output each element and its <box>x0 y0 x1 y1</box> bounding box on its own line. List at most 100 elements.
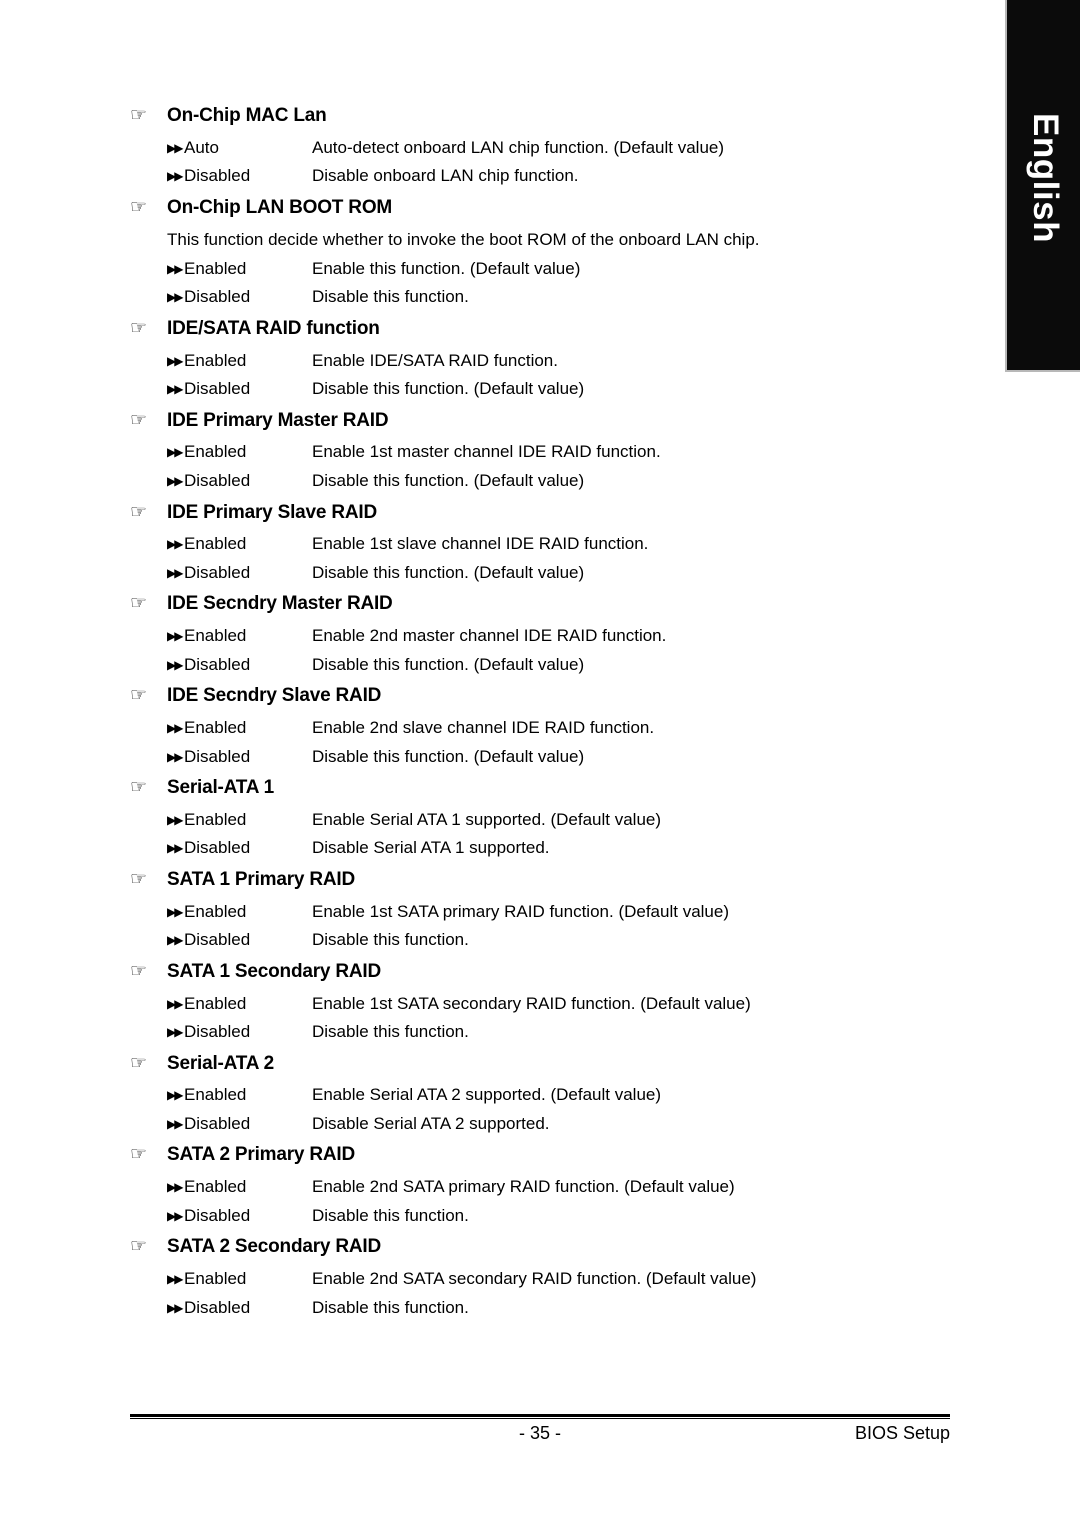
double-chevron-right-icon: ▶▶ <box>167 382 183 397</box>
option-label: Enabled <box>184 1177 247 1197</box>
option-row: ▶▶ Enabled Enable Serial ATA 1 supported. … <box>167 806 960 835</box>
bios-option-section: ☞ IDE Secndry Master RAID ▶▶ Enabled Enable … <box>130 592 960 679</box>
option-label: Disabled <box>184 166 251 186</box>
option-label: Disabled <box>184 838 251 858</box>
option-label: Disabled <box>184 1113 251 1133</box>
section-description: This function decide whether to invoke t… <box>167 229 760 249</box>
pointing-hand-icon: ☞ <box>130 1236 148 1258</box>
option-description: Auto-detect onboard LAN chip function. (… <box>312 137 725 157</box>
option-description: Disable this function. (Default value) <box>312 379 585 399</box>
option-description: Disable this function. (Default value) <box>312 471 585 491</box>
option-description: Disable this function. (Default value) <box>312 654 585 674</box>
section-title: IDE/SATA RAID function <box>167 317 380 339</box>
option-label: Enabled <box>184 534 247 554</box>
pointing-hand-icon: ☞ <box>130 1144 148 1166</box>
option-description: Enable 1st master channel IDE RAID funct… <box>312 442 661 462</box>
option-row: ▶▶ Disabled Disable this function. <box>167 1202 960 1231</box>
option-row: ▶▶ Disabled Disable this function. <box>167 283 960 312</box>
option-description: Enable 2nd SATA secondary RAID function.… <box>312 1269 757 1289</box>
pointing-hand-icon: ☞ <box>130 1052 148 1074</box>
double-chevron-right-icon: ▶▶ <box>167 749 183 764</box>
option-description: Disable this function. <box>312 1022 469 1042</box>
section-heading: ☞ IDE Secndry Slave RAID <box>130 684 960 708</box>
option-label: Disabled <box>184 1205 251 1225</box>
section-heading: ☞ IDE Primary Slave RAID <box>130 501 960 525</box>
option-row: ▶▶ Disabled Disable this function. (Defaul… <box>167 743 960 772</box>
pointing-hand-icon: ☞ <box>130 196 148 218</box>
option-row: ▶▶ Disabled Disable this function. (Defaul… <box>167 375 960 404</box>
double-chevron-right-icon: ▶▶ <box>167 1116 183 1131</box>
option-row: ▶▶ Enabled Enable 2nd SATA secondary RAID … <box>167 1265 960 1294</box>
section-title: Serial-ATA 2 <box>167 1052 275 1074</box>
option-label: Enabled <box>184 626 247 646</box>
double-chevron-right-icon: ▶▶ <box>167 445 183 460</box>
option-label: Enabled <box>184 718 247 737</box>
pointing-hand-icon: ☞ <box>130 960 148 982</box>
option-label: Disabled <box>184 746 251 766</box>
option-description: Disable this function. (Default value) <box>312 746 585 766</box>
option-description: Disable this function. <box>312 1205 469 1225</box>
pointing-hand-icon: ☞ <box>130 685 148 707</box>
option-description: Enable 2nd master channel IDE RAID funct… <box>312 626 667 646</box>
double-chevron-right-icon: ▶▶ <box>167 140 183 155</box>
section-heading: ☞ SATA 1 Secondary RAID <box>130 960 960 984</box>
section-title: On-Chip MAC Lan <box>167 105 327 126</box>
double-chevron-right-icon: ▶▶ <box>167 290 183 305</box>
option-row: ▶▶ Disabled Disable onboard LAN chip funct… <box>167 162 960 191</box>
double-chevron-right-icon: ▶▶ <box>167 261 183 276</box>
section-heading: ☞ IDE/SATA RAID function <box>130 317 960 341</box>
section-heading: ☞ SATA 1 Primary RAID <box>130 868 960 892</box>
option-row: ▶▶ Disabled Disable this function. <box>167 926 960 955</box>
option-row: ▶▶ Auto Auto-detect onboard LAN chip funct… <box>167 134 960 163</box>
bios-option-section: ☞ IDE Secndry Slave RAID ▶▶ Enabled Enable 2… <box>130 684 960 771</box>
option-label: Enabled <box>184 442 247 462</box>
option-row: ▶▶ Disabled Disable this function. (Defaul… <box>167 651 960 680</box>
double-chevron-right-icon: ▶▶ <box>167 1025 183 1040</box>
section-heading: ☞ On-Chip LAN BOOT ROM <box>130 196 960 220</box>
double-chevron-right-icon: ▶▶ <box>167 1088 183 1103</box>
option-label: Enabled <box>184 993 247 1013</box>
option-label: Enabled <box>184 809 247 829</box>
option-row: ▶▶ Disabled Disable this function. <box>167 1018 960 1047</box>
section-heading: ☞ SATA 2 Secondary RAID <box>130 1235 960 1259</box>
option-description: Disable Serial ATA 2 supported. <box>312 1113 550 1133</box>
option-description: Disable this function. (Default value) <box>312 562 585 582</box>
double-chevron-right-icon: ▶▶ <box>167 841 183 856</box>
option-row: ▶▶ Enabled Enable Serial ATA 2 supported. … <box>167 1081 960 1110</box>
double-chevron-right-icon: ▶▶ <box>167 904 183 919</box>
pointing-hand-icon: ☞ <box>130 777 148 799</box>
section-title: IDE Secndry Slave RAID <box>167 685 382 707</box>
option-label: Auto <box>184 137 219 157</box>
option-row: ▶▶ Enabled Enable 1st SATA primary RAID fu… <box>167 898 960 927</box>
double-chevron-right-icon: ▶▶ <box>167 353 183 368</box>
page-footer: - 35 - BIOS Setup <box>130 1414 950 1453</box>
double-chevron-right-icon: ▶▶ <box>167 933 183 948</box>
pointing-hand-icon: ☞ <box>130 105 148 126</box>
double-chevron-right-icon: ▶▶ <box>167 474 183 489</box>
bios-option-section: ☞ Serial-ATA 2 ▶▶ Enabled Enable Serial ATA … <box>130 1052 960 1139</box>
option-label: Disabled <box>184 1297 251 1317</box>
double-chevron-right-icon: ▶▶ <box>167 537 183 552</box>
option-description: Enable 1st SATA primary RAID function. (… <box>312 901 729 921</box>
double-chevron-right-icon: ▶▶ <box>167 565 183 580</box>
pointing-hand-icon: ☞ <box>130 868 148 890</box>
double-chevron-right-icon: ▶▶ <box>167 629 183 644</box>
pointing-hand-icon: ☞ <box>130 501 148 523</box>
bios-option-section: ☞ IDE/SATA RAID function ▶▶ Enabled Enable I… <box>130 317 960 404</box>
option-description: Enable 1st SATA secondary RAID function.… <box>312 993 751 1013</box>
footer-chapter-label: BIOS Setup <box>854 1423 950 1443</box>
option-row: ▶▶ Enabled Enable 1st SATA secondary RAID … <box>167 990 960 1019</box>
bios-option-section: ☞ IDE Primary Master RAID ▶▶ Enabled Enable … <box>130 409 960 496</box>
section-heading: ☞ SATA 2 Primary RAID <box>130 1143 960 1167</box>
option-description: Disable Serial ATA 1 supported. <box>312 838 550 858</box>
bios-option-section: ☞ SATA 2 Secondary RAID ▶▶ Enabled Enable 2n… <box>130 1235 960 1322</box>
double-chevron-right-icon: ▶▶ <box>167 1272 183 1287</box>
option-row: ▶▶ Enabled Enable 2nd master channel IDE R… <box>167 622 960 651</box>
double-chevron-right-icon: ▶▶ <box>167 657 183 672</box>
pointing-hand-icon: ☞ <box>130 593 148 615</box>
section-title: SATA 2 Secondary RAID <box>167 1236 381 1258</box>
option-description: Disable onboard LAN chip function. <box>312 166 579 186</box>
language-tab-label: English <box>1025 113 1065 243</box>
section-title: IDE Primary Master RAID <box>167 409 389 431</box>
language-tab: English <box>1005 0 1080 372</box>
